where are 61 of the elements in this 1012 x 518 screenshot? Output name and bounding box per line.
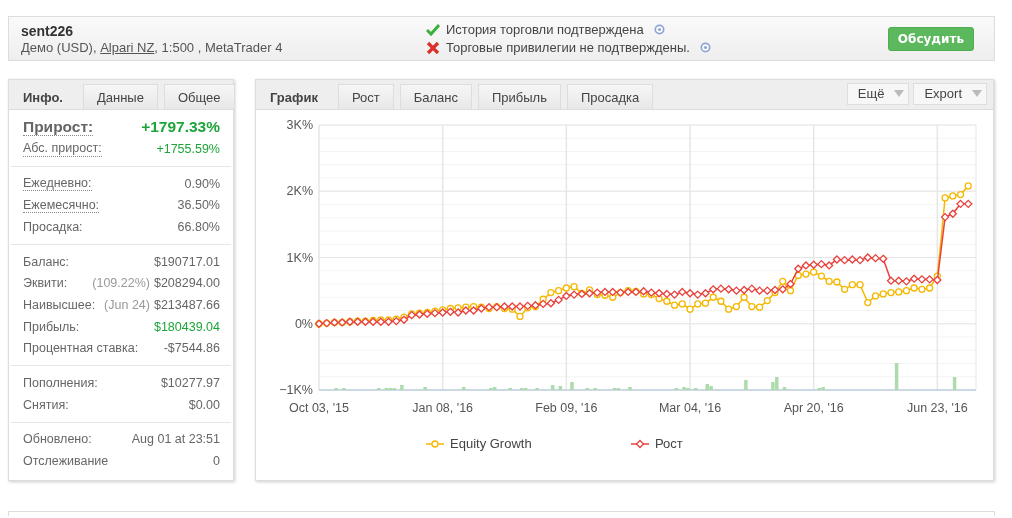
stat-label: Обновлено: — [23, 432, 92, 447]
stat-value: +1797.33% — [141, 118, 220, 136]
axis-label: 2K% — [286, 184, 313, 199]
stat-label: Отслеживание — [23, 454, 109, 469]
axis-label: −1K% — [279, 383, 313, 397]
stat-value: $190717.01 — [153, 254, 220, 269]
axis-label: Feb 09, '16 — [535, 401, 598, 415]
verification-status: Торговые привилегии не подтверждены. — [446, 40, 690, 55]
tab[interactable]: Просадка — [566, 84, 654, 109]
stat-label: Баланс: — [23, 254, 70, 269]
stat-label: Ежемесячно: — [23, 197, 100, 213]
stat-value: $213487.66 — [153, 297, 220, 312]
stat-label: Ежедневно: — [23, 175, 92, 192]
stat-label: Просадка: — [23, 219, 83, 234]
stat-label: Абс. прирост: — [23, 141, 102, 157]
axis-label: Apr 20, '16 — [783, 401, 844, 415]
help-icon[interactable] — [653, 24, 665, 35]
axis-label: Jan 08, '16 — [412, 401, 474, 415]
axis-label: Jun 23, '16 — [906, 401, 968, 415]
stat-value: 66.80% — [177, 219, 220, 234]
legend-marker-icon — [630, 439, 650, 449]
stat-value: $180439.04 — [153, 319, 220, 334]
account-name: sent226 — [21, 22, 75, 39]
stat-value: $10277.97 — [160, 376, 220, 391]
axis-label: 1K% — [286, 250, 313, 265]
axis-label: 3K% — [286, 118, 313, 132]
stat-value: 0 — [213, 454, 220, 469]
stat-value: +1755.59% — [156, 141, 220, 156]
legend-label[interactable]: Рост — [655, 436, 683, 451]
legend-label[interactable]: Equity Growth — [450, 436, 532, 451]
stat-value: 0.90% — [184, 176, 220, 191]
axis-label: 0% — [294, 316, 313, 331]
account-details: Демо (USD), Alpari NZ, 1:500 , MetaTrader 4 — [21, 39, 284, 55]
axis-label: Mar 04, '16 — [658, 401, 722, 415]
tab[interactable]: Баланс — [399, 84, 472, 109]
stat-value: $208294.00 — [153, 276, 220, 291]
stat-value: $0.00 — [188, 397, 220, 412]
stat-label: Прибыль: — [23, 319, 80, 334]
caret-icon — [972, 90, 982, 97]
tab[interactable]: Прибыль — [478, 84, 561, 109]
verification-status: История торговли подтверждена — [446, 22, 644, 37]
stat-label: Процентная ставка: — [23, 341, 139, 356]
caret-icon — [894, 90, 905, 97]
tab[interactable]: Данные — [82, 84, 158, 109]
stat-value: -$7544.86 — [163, 341, 220, 356]
help-icon[interactable] — [699, 42, 711, 53]
stat-label: Прирост: — [23, 117, 94, 137]
stat-value: 36.50% — [177, 198, 220, 213]
stat-label: Пополнения: — [23, 376, 98, 391]
dropdown[interactable]: Ещё — [846, 83, 910, 105]
axis-label: Oct 03, '15 — [288, 401, 350, 415]
legend-marker-icon — [425, 440, 445, 448]
stat-note: (Jun 24) — [104, 297, 150, 312]
stat-label: Наивысшее: — [23, 297, 96, 312]
stat-label: Снятия: — [23, 397, 69, 412]
stat-note: (109.22%) — [92, 276, 150, 291]
tab[interactable]: Общее — [163, 84, 235, 109]
dropdown[interactable]: Export — [913, 83, 987, 105]
stat-value: Aug 01 at 23:51 — [131, 432, 220, 447]
stat-label: Эквити: — [23, 276, 68, 291]
tab[interactable]: Рост — [337, 84, 394, 109]
